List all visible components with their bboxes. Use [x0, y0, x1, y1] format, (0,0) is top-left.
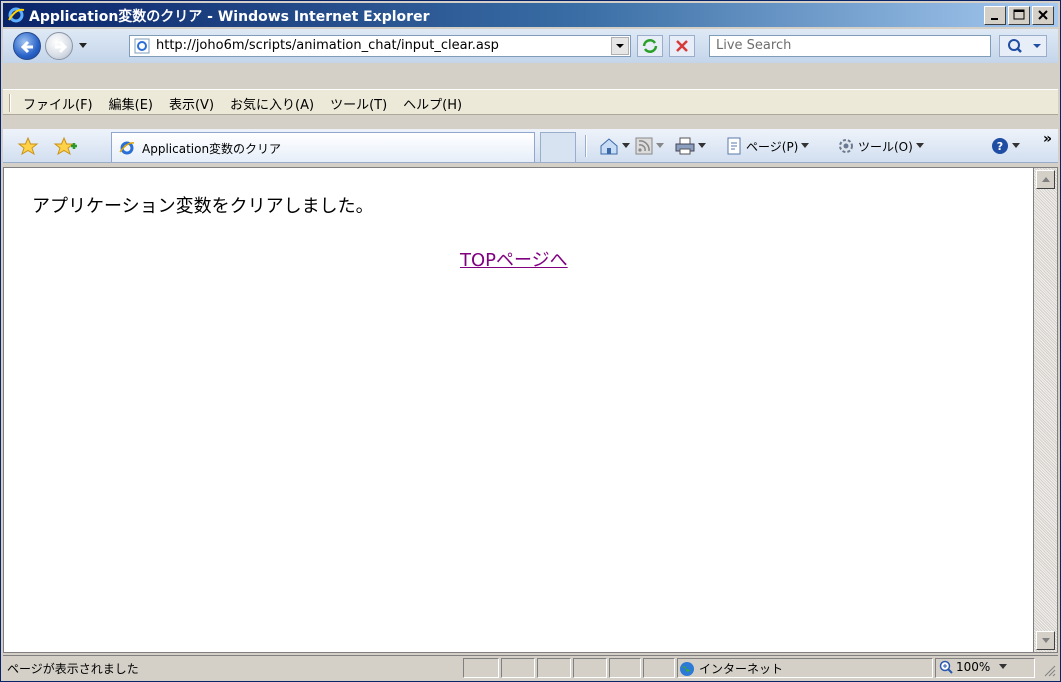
- menu-tools[interactable]: ツール(T): [330, 94, 387, 113]
- rss-feed-icon: [635, 137, 653, 155]
- search-button[interactable]: [999, 35, 1047, 57]
- minimize-button[interactable]: [984, 6, 1006, 25]
- status-pane: [609, 658, 641, 678]
- print-icon: [675, 137, 695, 155]
- address-url[interactable]: http://joho6m/scripts/animation_chat/inp…: [156, 38, 499, 53]
- status-pane: [643, 658, 675, 678]
- gear-icon: [839, 139, 853, 153]
- status-pane: [501, 658, 535, 678]
- more-commands-chevron-icon[interactable]: »: [1043, 131, 1052, 147]
- close-icon: [1038, 10, 1048, 20]
- svg-text:?: ?: [997, 140, 1003, 153]
- security-zone[interactable]: インターネット: [679, 660, 783, 677]
- menu-view[interactable]: 表示(V): [169, 94, 214, 113]
- zone-label: インターネット: [699, 662, 784, 676]
- minimize-icon: [991, 18, 998, 20]
- menu-grip: [9, 94, 11, 112]
- feeds-button[interactable]: [635, 137, 664, 155]
- tab-ie-icon: [119, 141, 135, 155]
- scroll-down-arrow-icon: [1042, 638, 1050, 643]
- chevron-down-icon: [999, 664, 1008, 669]
- chevron-down-icon: [1012, 143, 1020, 148]
- chevron-down-icon: [656, 143, 664, 148]
- forward-arrow-icon: [55, 40, 68, 54]
- menu-favorites[interactable]: お気に入り(A): [230, 94, 314, 113]
- page-icon: [727, 137, 741, 155]
- help-icon: ?: [992, 138, 1008, 154]
- chevron-down-icon: [622, 143, 630, 148]
- search-input[interactable]: Live Search: [709, 35, 991, 57]
- refresh-icon: [642, 39, 658, 53]
- page-menu-label: ページ(P): [746, 139, 799, 154]
- menu-help[interactable]: ヘルプ(H): [403, 94, 462, 113]
- window-title: Application変数のクリア - Windows Internet Exp…: [29, 9, 430, 25]
- zoom-icon: [939, 660, 953, 674]
- zoom-control[interactable]: 100%: [939, 660, 1008, 674]
- address-dropdown-button[interactable]: [611, 37, 629, 55]
- stop-button[interactable]: [669, 35, 695, 57]
- status-bar: ページが表示されました インターネット 100%: [3, 655, 1058, 679]
- vertical-scrollbar[interactable]: [1033, 167, 1058, 653]
- favorites-star-icon[interactable]: [17, 136, 39, 156]
- stop-icon: [676, 40, 688, 52]
- chevron-down-icon: [616, 44, 624, 48]
- help-menu-button[interactable]: ?: [991, 137, 1020, 155]
- back-button[interactable]: [13, 32, 41, 60]
- menu-file[interactable]: ファイル(F): [23, 94, 93, 113]
- toolbar-separator: [585, 135, 587, 157]
- command-bar: Application変数のクリア ページ(P) ツール(O) ? »: [3, 129, 1058, 163]
- tab-active[interactable]: Application変数のクリア: [111, 132, 535, 162]
- recent-pages-dropdown-icon[interactable]: [78, 42, 88, 50]
- new-tab-button[interactable]: [540, 132, 576, 162]
- maximize-icon: [1013, 9, 1025, 20]
- chevron-down-icon: [801, 143, 810, 148]
- refresh-button[interactable]: [637, 35, 663, 57]
- status-pane: [573, 658, 607, 678]
- page-content: アプリケーション変数をクリアしました。 TOPページへ: [3, 167, 1035, 653]
- menu-bar: ファイル(F) 編集(E) 表示(V) お気に入り(A) ツール(T) ヘルプ(…: [3, 89, 1058, 115]
- browser-window: Application変数のクリア - Windows Internet Exp…: [0, 0, 1061, 682]
- status-text: ページが表示されました: [7, 662, 139, 676]
- search-icon: [1008, 39, 1041, 53]
- tools-menu-label: ツール(O): [858, 139, 913, 154]
- clear-message: アプリケーション変数をクリアしました。: [32, 196, 374, 217]
- tab-label: Application変数のクリア: [142, 142, 282, 156]
- forward-button[interactable]: [45, 32, 73, 60]
- resize-grip-icon[interactable]: [1042, 663, 1056, 677]
- page-ie-icon: [134, 38, 150, 54]
- ie-logo-icon: [8, 7, 25, 23]
- print-button[interactable]: [675, 137, 706, 155]
- add-favorites-icon[interactable]: [53, 136, 77, 156]
- page-menu-button[interactable]: ページ(P): [725, 137, 810, 155]
- scroll-up-button[interactable]: [1036, 170, 1055, 189]
- globe-icon: [680, 661, 694, 676]
- navigation-bar: http://joho6m/scripts/animation_chat/inp…: [3, 29, 1058, 63]
- zoom-level: 100%: [956, 660, 991, 674]
- home-icon: [600, 138, 618, 155]
- scroll-down-button[interactable]: [1036, 631, 1055, 650]
- search-placeholder: Live Search: [716, 38, 792, 53]
- maximize-button[interactable]: [1008, 6, 1030, 25]
- status-pane: [463, 658, 499, 678]
- home-button[interactable]: [599, 137, 630, 155]
- close-button[interactable]: [1032, 6, 1054, 25]
- top-page-link[interactable]: TOPページへ: [460, 246, 568, 272]
- back-arrow-icon: [20, 40, 33, 54]
- title-bar[interactable]: Application変数のクリア - Windows Internet Exp…: [3, 3, 1058, 27]
- chevron-down-icon: [915, 143, 924, 148]
- tools-menu-button[interactable]: ツール(O): [837, 137, 924, 155]
- address-bar[interactable]: http://joho6m/scripts/animation_chat/inp…: [129, 35, 631, 57]
- status-pane: [537, 658, 571, 678]
- menu-edit[interactable]: 編集(E): [109, 94, 153, 113]
- chevron-down-icon: [698, 143, 706, 148]
- scroll-up-arrow-icon: [1042, 177, 1050, 182]
